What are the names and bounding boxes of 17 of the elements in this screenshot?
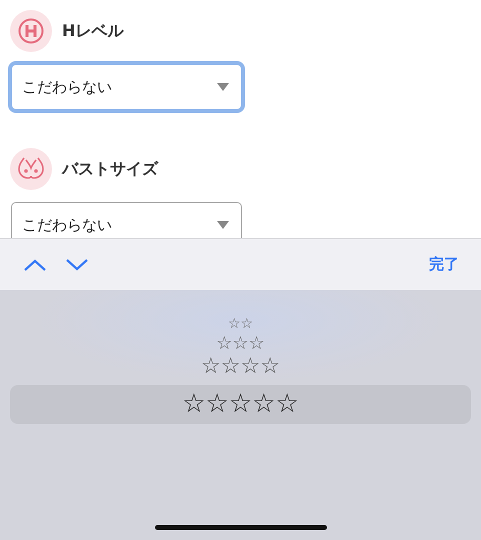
picker-option[interactable]: ☆☆ — [228, 316, 254, 333]
chevron-down-icon[interactable] — [66, 258, 88, 270]
picker-option[interactable]: ☆☆☆☆☆ — [10, 384, 471, 424]
picker-option[interactable]: ☆☆☆ — [216, 332, 265, 354]
h-letter-icon — [18, 18, 44, 44]
select-value: こだわらない — [22, 216, 112, 234]
done-button[interactable]: 完了 — [429, 255, 459, 274]
chevron-up-icon[interactable] — [24, 258, 46, 270]
filter-label: バストサイズ — [62, 158, 158, 180]
picker-option[interactable]: ☆☆☆☆ — [201, 354, 280, 381]
dropdown-select[interactable]: こだわらない — [11, 202, 242, 238]
bust-icon — [16, 156, 46, 182]
caret-icon — [217, 221, 229, 229]
select-value: こだわらない — [22, 78, 112, 96]
filter-label: Hレベル — [62, 20, 124, 42]
dropdown-select[interactable]: こだわらない — [11, 64, 242, 110]
caret-icon — [217, 83, 229, 91]
